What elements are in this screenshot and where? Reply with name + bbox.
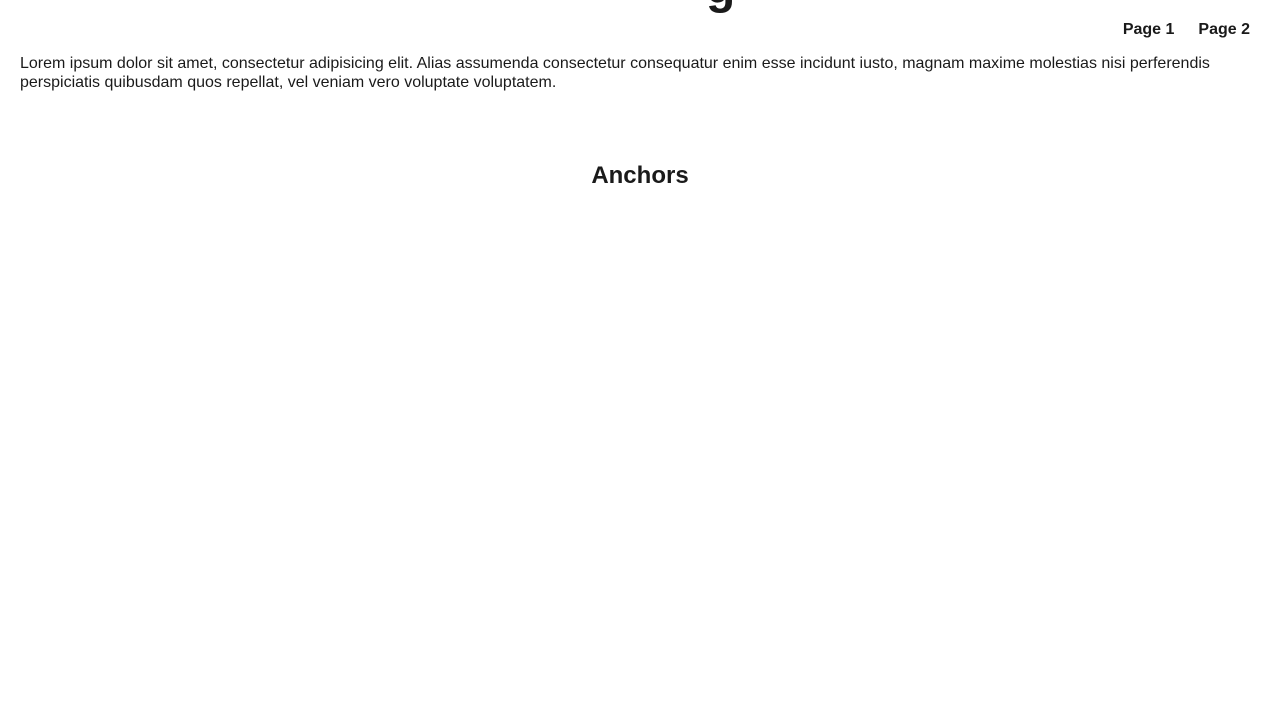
- nav-link-page-2[interactable]: Page 2: [1198, 20, 1250, 40]
- nav-link-page-1[interactable]: Page 1: [1123, 20, 1175, 40]
- intro-paragraph: Lorem ipsum dolor sit amet, consectetur …: [20, 55, 1210, 91]
- page-title-fragment: g: [706, 0, 735, 12]
- section-heading-anchors: Anchors: [591, 162, 689, 189]
- page: g Page 1 Page 2 Lorem ipsum dolor sit am…: [0, 0, 1280, 720]
- top-nav: Page 1 Page 2: [1123, 20, 1250, 40]
